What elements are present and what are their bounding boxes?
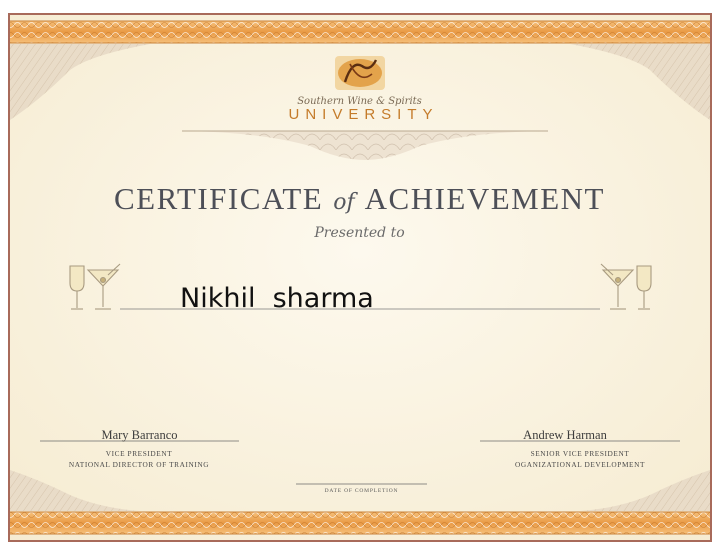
signer-title-left-line2: NATIONAL DIRECTOR OF TRAINING bbox=[68, 460, 210, 469]
certificate-title: CERTIFICATE of ACHIEVEMENT bbox=[0, 181, 719, 217]
martini-glass-icon bbox=[86, 263, 121, 310]
title-of: of bbox=[333, 190, 355, 215]
wine-glass-icon bbox=[69, 265, 85, 310]
title-achievement: ACHIEVEMENT bbox=[364, 181, 605, 216]
recipient-name: Nikhil sharma bbox=[180, 283, 374, 314]
signer-title-right-line1: SENIOR VICE PRESIDENT bbox=[530, 449, 630, 458]
martini-glass-icon-right bbox=[600, 263, 635, 310]
wine-glass-icon-right bbox=[636, 265, 652, 310]
date-of-completion-label: DATE OF COMPLETION bbox=[324, 488, 399, 494]
signer-title-left-line1: VICE PRESIDENT bbox=[105, 449, 173, 458]
signer-title-right-line2: OGANIZATIONAL DEVELOPMENT bbox=[514, 460, 646, 469]
title-certificate: CERTIFICATE bbox=[113, 181, 324, 216]
presented-to: Presented to bbox=[314, 225, 405, 241]
certificate: Southern Wine & Spirits UNIVERSITY CERTI… bbox=[0, 0, 719, 546]
signer-name-left: Mary Barranco bbox=[101, 428, 178, 442]
signer-name-right: Andrew Harman bbox=[523, 428, 607, 442]
